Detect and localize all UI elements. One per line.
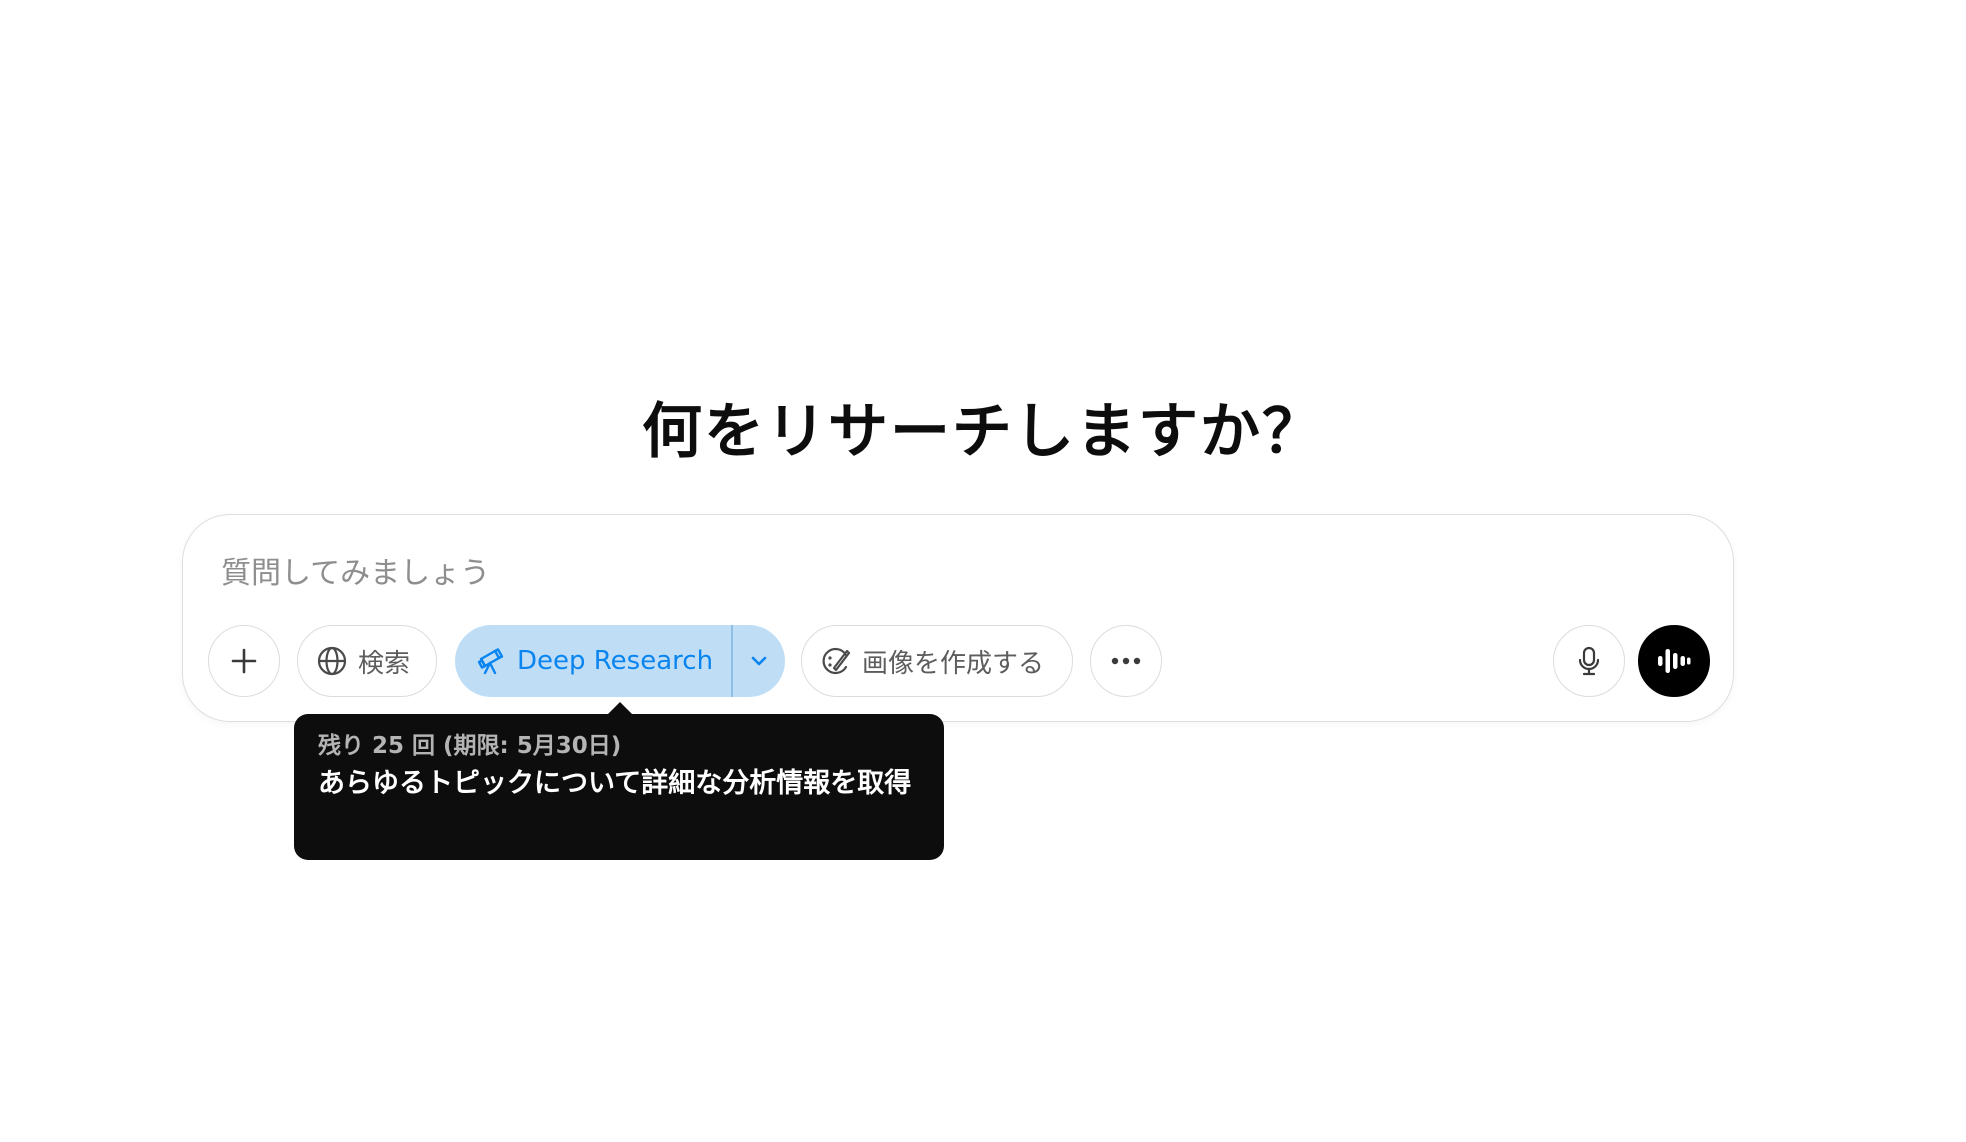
add-attachment-button[interactable]: [208, 625, 280, 697]
create-image-label: 画像を作成する: [862, 648, 1045, 679]
tooltip-description: あらゆるトピックについて詳細な分析情報を取得: [318, 768, 912, 799]
deep-research-label: Deep Research: [517, 646, 714, 676]
dictate-button[interactable]: [1553, 625, 1625, 697]
deep-research-button[interactable]: Deep Research: [455, 625, 731, 697]
create-image-button[interactable]: 画像を作成する: [801, 625, 1073, 697]
voice-mode-button[interactable]: [1638, 625, 1710, 697]
microphone-icon: [1574, 645, 1604, 677]
telescope-icon: [475, 645, 507, 677]
deep-research-tooltip: 残り 25 回 (期限: 5月30日) あらゆるトピックについて詳細な分析情報を…: [294, 702, 944, 860]
ellipsis-icon: [1110, 656, 1142, 666]
deep-research-menu-button[interactable]: [733, 625, 786, 697]
tooltip-remaining-uses: 残り 25 回 (期限: 5月30日): [318, 733, 622, 759]
prompt-input[interactable]: [221, 551, 1621, 595]
composer: 検索 Deep Research: [182, 514, 1734, 722]
page: 何をリサーチしますか？ 検索: [0, 0, 1966, 1142]
plus-icon: [229, 646, 259, 676]
voice-waveform-icon: [1656, 646, 1692, 676]
chevron-down-icon: [748, 650, 770, 672]
more-tools-button[interactable]: [1090, 625, 1162, 697]
search-button[interactable]: 検索: [297, 625, 437, 697]
search-button-label: 検索: [358, 648, 411, 679]
deep-research-toggle: Deep Research: [455, 625, 785, 697]
palette-icon: [820, 645, 852, 677]
globe-icon: [316, 645, 348, 677]
page-title: 何をリサーチしますか？: [642, 397, 1324, 467]
